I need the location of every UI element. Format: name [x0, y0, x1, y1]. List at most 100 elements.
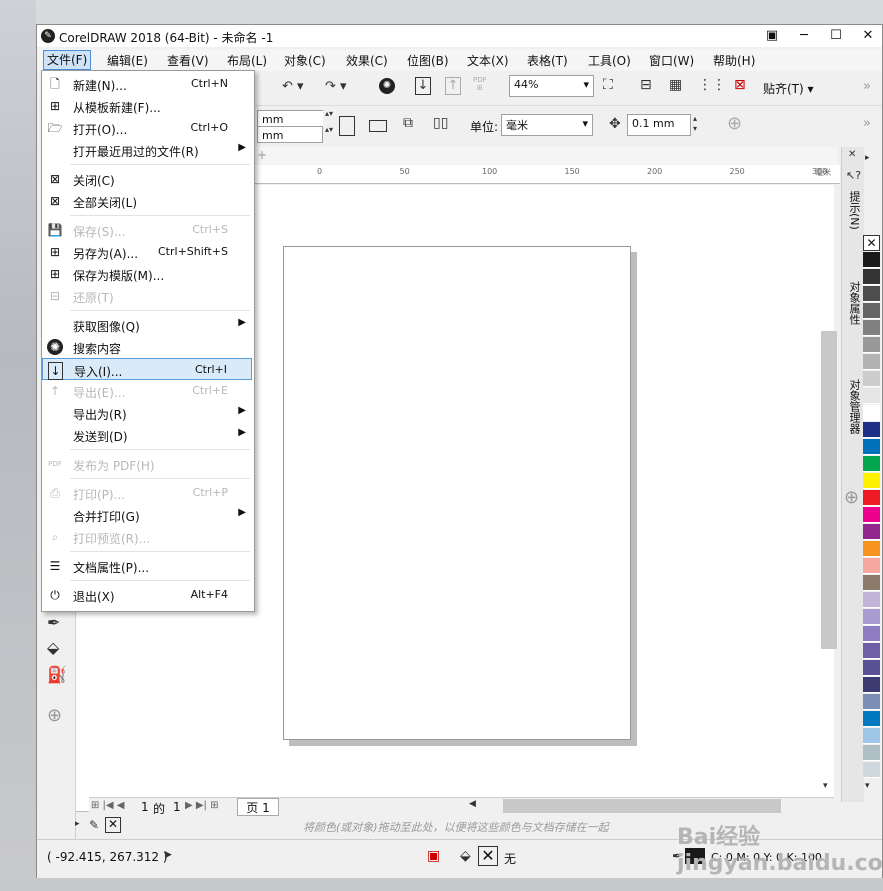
close-docker-icon[interactable]: ✕ — [848, 149, 856, 160]
nudge-stepper-icon[interactable]: ▴ ▾ — [693, 114, 697, 134]
color-swatch[interactable] — [863, 660, 880, 676]
file-menu-item-8[interactable]: 💾 保存(S)... Ctrl+S — [42, 219, 252, 241]
color-swatch[interactable] — [863, 609, 880, 625]
color-swatch[interactable] — [863, 694, 880, 710]
menu-3[interactable]: 布局(L) — [227, 52, 267, 69]
eyedropper-icon[interactable]: ✒ — [47, 613, 60, 632]
file-menu-item-14[interactable]: ✺ 搜索内容 — [42, 336, 252, 358]
color-swatch[interactable] — [863, 388, 880, 404]
status-menu-icon[interactable]: ▶ — [165, 850, 172, 860]
add-docker-icon[interactable]: ⊕ — [844, 487, 859, 508]
tab-object-properties[interactable]: 对象属性 — [846, 281, 862, 325]
maximize-button[interactable]: ☐ — [820, 25, 852, 47]
file-menu-item-13[interactable]: 获取图像(Q) ▶ — [42, 314, 252, 336]
color-swatch[interactable] — [863, 524, 880, 540]
file-menu-item-20[interactable]: PDF 发布为 PDF(H) — [42, 453, 252, 475]
horizontal-ruler[interactable]: 0 50 100 150 200 250 300 毫米 — [253, 165, 840, 184]
account-icon[interactable]: ▣ — [756, 25, 788, 47]
file-menu-item-16[interactable]: ↑ 导出(E)... Ctrl+E — [42, 380, 252, 402]
all-pages-icon[interactable]: ⧉ — [403, 115, 413, 131]
import-icon[interactable]: ↓ — [415, 77, 431, 95]
file-menu-item-10[interactable]: ⊞ 保存为模版(M)... — [42, 263, 252, 285]
file-menu-item-26[interactable]: ☰ 文档属性(P)... — [42, 555, 252, 577]
file-menu-item-23[interactable]: 合并打印(G) ▶ — [42, 504, 252, 526]
menu-0[interactable]: 文件(F) — [43, 50, 92, 70]
guidelines-icon[interactable]: ⋮⋮ — [698, 77, 726, 93]
color-swatch[interactable] — [863, 626, 880, 642]
page-width-field[interactable]: mm — [257, 110, 323, 127]
color-swatch[interactable] — [863, 677, 880, 693]
menu-11[interactable]: 帮助(H) — [713, 52, 755, 69]
file-menu-item-1[interactable]: ⊞ 从模板新建(F)... — [42, 95, 252, 117]
toolbar-overflow-icon[interactable]: » — [863, 116, 871, 131]
menu-8[interactable]: 表格(T) — [527, 52, 568, 69]
color-swatch[interactable] — [863, 490, 880, 506]
file-menu-item-22[interactable]: ⎙ 打印(P)... Ctrl+P — [42, 482, 252, 504]
color-swatch[interactable] — [863, 745, 880, 761]
color-swatch[interactable] — [863, 456, 880, 472]
portrait-icon[interactable] — [339, 116, 355, 136]
color-swatch[interactable] — [863, 541, 880, 557]
scroll-left-icon[interactable]: ◀ — [469, 799, 476, 809]
file-menu-item-6[interactable]: ⊠ 全部关闭(L) — [42, 190, 252, 212]
no-fill-swatch[interactable]: ✕ — [478, 846, 498, 866]
color-swatch[interactable] — [863, 269, 880, 285]
color-swatch[interactable] — [863, 558, 880, 574]
color-swatch[interactable] — [863, 592, 880, 608]
color-swatch[interactable] — [863, 303, 880, 319]
color-swatch[interactable] — [863, 473, 880, 489]
menu-6[interactable]: 位图(B) — [407, 52, 449, 69]
file-menu-item-9[interactable]: ⊞ 另存为(A)... Ctrl+Shift+S — [42, 241, 252, 263]
add-tool-icon[interactable]: ⊕ — [47, 705, 62, 726]
add-tab-icon[interactable]: + — [257, 148, 269, 162]
fill-bucket-icon[interactable]: ⬙ — [47, 638, 59, 657]
vertical-scrollbar[interactable] — [821, 331, 837, 649]
close-button[interactable]: ✕ — [852, 25, 883, 47]
color-swatch[interactable] — [863, 643, 880, 659]
tab-hints[interactable]: 提示(N) — [846, 191, 862, 230]
grid-icon[interactable]: ▦ — [669, 77, 682, 93]
color-swatch[interactable]: ✕ — [863, 235, 880, 251]
export-icon[interactable]: ↑ — [445, 77, 461, 95]
redo-icon[interactable]: ↷ ▾ — [325, 79, 347, 94]
color-swatch[interactable] — [863, 320, 880, 336]
file-menu-item-11[interactable]: ⊟ 还原(T) — [42, 285, 252, 307]
last-page-icon[interactable]: ▶ ▶| ⊞ — [185, 800, 219, 811]
color-swatch[interactable] — [863, 286, 880, 302]
color-swatch[interactable] — [863, 422, 880, 438]
menu-10[interactable]: 窗口(W) — [649, 52, 694, 69]
width-stepper-icon[interactable]: ▴▾ — [325, 110, 333, 118]
file-menu-item-24[interactable]: ⌕ 打印预览(R)... — [42, 526, 252, 548]
color-swatch[interactable] — [863, 252, 880, 268]
add-icon[interactable]: ⊕ — [727, 113, 742, 134]
snap-off-icon[interactable]: ⊠ — [734, 77, 746, 93]
palette-scroll-down-icon[interactable]: ▾ — [865, 781, 870, 791]
file-menu-item-3[interactable]: 打开最近用过的文件(R) ▶ — [42, 139, 252, 161]
file-menu-item-28[interactable]: ⏻ 退出(X) Alt+F4 — [42, 584, 252, 606]
no-color-swatch[interactable]: ✕ — [105, 817, 121, 833]
rulers-icon[interactable]: ⊟ — [640, 77, 652, 93]
eyedropper-icon[interactable]: ✎ — [89, 818, 99, 832]
pdf-icon[interactable]: PDF ⊞ — [473, 76, 487, 92]
file-menu-item-18[interactable]: 发送到(D) ▶ — [42, 424, 252, 446]
color-proof-icon[interactable]: ▣ — [427, 848, 440, 864]
color-swatch[interactable] — [863, 371, 880, 387]
full-screen-icon[interactable]: ⛶ — [603, 77, 613, 93]
color-swatch[interactable] — [863, 762, 880, 778]
smart-fill-icon[interactable]: ⛽ — [47, 665, 67, 684]
height-stepper-icon[interactable]: ▴▾ — [325, 126, 333, 134]
file-menu-item-15[interactable]: ↓ 导入(I)... Ctrl+I — [42, 358, 252, 380]
current-page-icon[interactable]: ▯▯ — [433, 115, 448, 131]
menu-5[interactable]: 效果(C) — [346, 52, 388, 69]
menu-2[interactable]: 查看(V) — [167, 52, 209, 69]
file-menu-item-5[interactable]: ⊠ 关闭(C) — [42, 168, 252, 190]
landscape-icon[interactable] — [369, 120, 387, 132]
file-menu-item-17[interactable]: 导出为(R) ▶ — [42, 402, 252, 424]
search-content-icon[interactable]: ✺ — [379, 78, 395, 94]
color-swatch[interactable] — [863, 711, 880, 727]
color-swatch[interactable] — [863, 439, 880, 455]
menu-4[interactable]: 对象(C) — [284, 52, 326, 69]
zoom-select[interactable]: 44% ▾ — [509, 75, 594, 97]
page-height-field[interactable]: mm — [257, 126, 323, 143]
color-swatch[interactable] — [863, 728, 880, 744]
